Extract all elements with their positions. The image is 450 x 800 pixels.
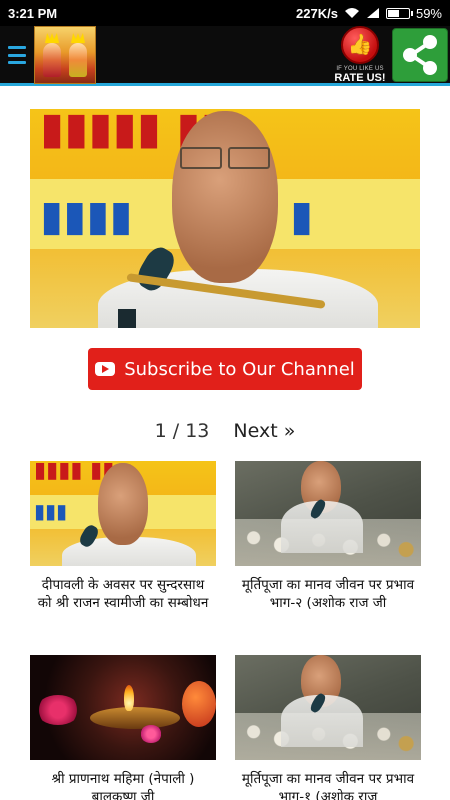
video-card[interactable]: ▮▮▮▮ ▮▮ ▮▮▮ दीपावली के अवसर पर सुन्दरसाथ… — [30, 461, 216, 612]
share-icon — [403, 35, 437, 75]
subscribe-button[interactable]: Subscribe to Our Channel — [88, 348, 362, 390]
video-card[interactable]: मूर्तिपूजा का मानव जीवन पर प्रभाव भाग-१ … — [235, 655, 421, 800]
video-title[interactable]: श्री प्राणनाथ महिमा (नेपाली ) बालकृष्ण ज… — [30, 770, 216, 800]
video-card[interactable]: श्री प्राणनाथ महिमा (नेपाली ) बालकृष्ण ज… — [30, 655, 216, 800]
thumbs-up-icon: 👍 — [341, 26, 379, 64]
status-bar: 3:21 PM 227K/s 59% — [0, 0, 450, 26]
wifi-icon — [344, 8, 359, 18]
app-logo — [34, 26, 96, 84]
video-title[interactable]: दीपावली के अवसर पर सुन्दरसाथ को श्री राज… — [30, 576, 216, 612]
menu-icon[interactable] — [8, 43, 26, 67]
video-thumbnail[interactable]: ▮▮▮▮ ▮▮ ▮▮▮ — [30, 461, 216, 566]
video-thumbnail[interactable] — [30, 655, 216, 760]
network-speed: 227K/s — [296, 5, 338, 21]
battery-percent: 59% — [415, 5, 442, 21]
signal-icon — [366, 8, 379, 18]
video-title[interactable]: मूर्तिपूजा का मानव जीवन पर प्रभाव भाग-१ … — [235, 770, 421, 800]
video-card[interactable]: मूर्तिपूजा का मानव जीवन पर प्रभाव भाग-२ … — [235, 461, 421, 612]
featured-video-thumbnail[interactable]: ▮▮▮▮▮ ▮▮ ▮▮▮▮ ▮ — [30, 109, 420, 328]
rate-us-button[interactable]: 👍 IF YOU LIKE US RATE US! — [332, 26, 388, 84]
youtube-icon — [95, 362, 116, 376]
share-button[interactable] — [392, 28, 448, 82]
subscribe-label: Subscribe to Our Channel — [124, 358, 355, 380]
video-thumbnail[interactable] — [235, 461, 421, 566]
next-page-link[interactable]: Next » — [233, 420, 295, 442]
battery-icon — [385, 7, 413, 19]
rate-big-label: RATE US! — [334, 72, 386, 84]
video-thumbnail[interactable] — [235, 655, 421, 760]
status-time: 3:21 PM — [8, 5, 58, 21]
status-indicators: 227K/s 59% — [296, 6, 442, 21]
pagination: 1 / 13 Next » — [0, 420, 450, 442]
video-title[interactable]: मूर्तिपूजा का मानव जीवन पर प्रभाव भाग-२ … — [235, 576, 421, 612]
page-indicator: 1 / 13 — [154, 420, 210, 442]
app-bar: 👍 IF YOU LIKE US RATE US! — [0, 26, 450, 86]
